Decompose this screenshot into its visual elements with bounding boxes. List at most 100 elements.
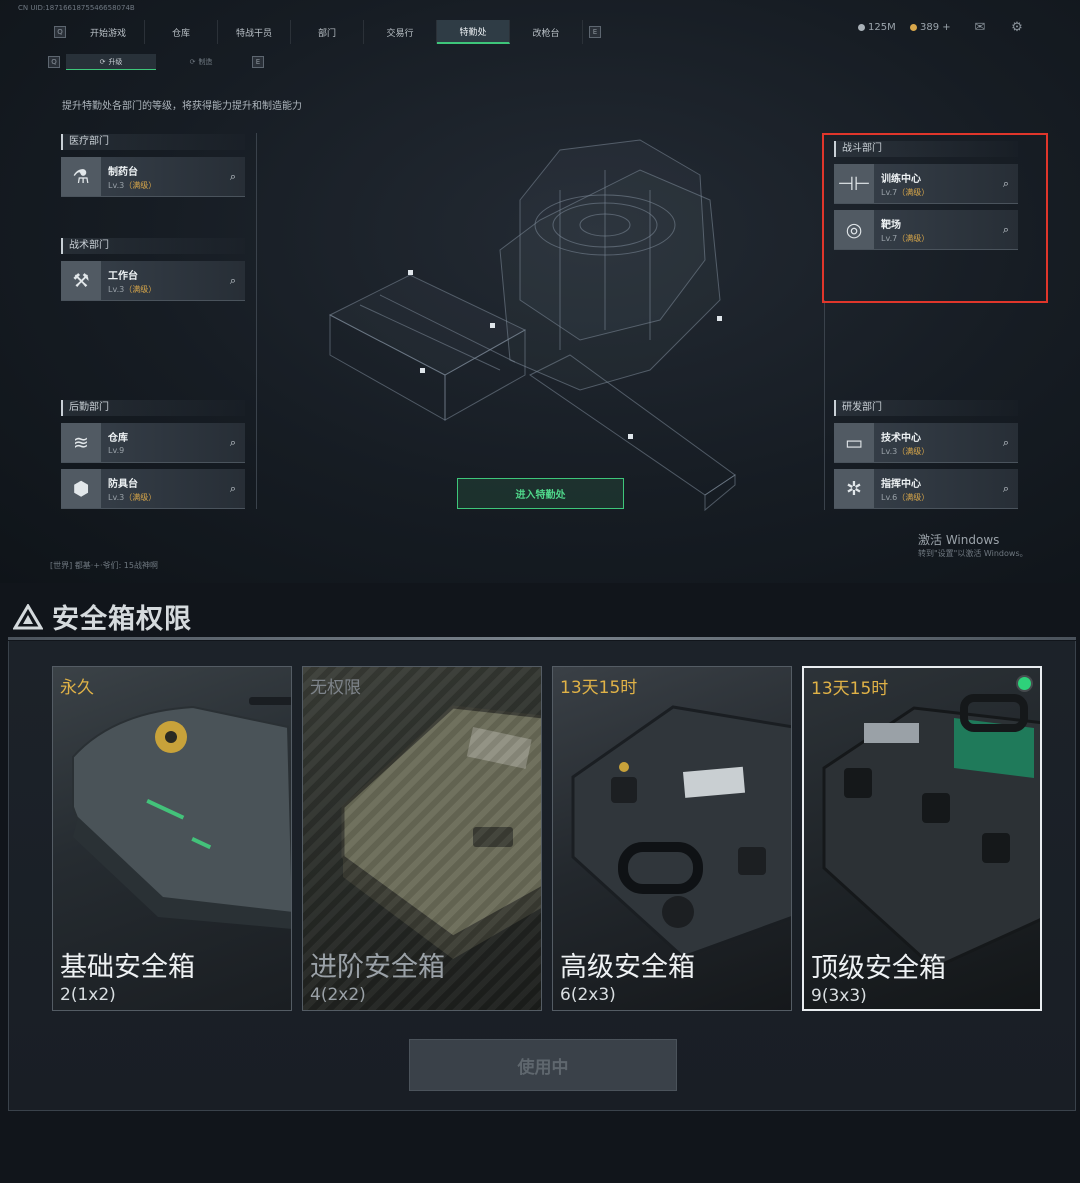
token-balance[interactable]: 389 + xyxy=(910,22,951,33)
nav-next-key[interactable]: E xyxy=(589,26,601,38)
dept-card-storage[interactable]: ≋ 仓库 Lv.9 ⌕ xyxy=(61,423,245,463)
tab-warehouse[interactable]: 仓库 xyxy=(145,20,218,44)
safebox-card-advanced[interactable]: 无权限 进阶安全箱 4(2x2) xyxy=(302,666,542,1011)
safebox-duration-tag: 无权限 xyxy=(310,678,361,698)
subnav-prev-key[interactable]: Q xyxy=(48,56,60,68)
right-divider xyxy=(824,300,825,510)
dept-card-workbench[interactable]: ⚒ 工作台 Lv.3（满级） ⌕ xyxy=(61,261,245,301)
main-nav: Q 开始游戏 仓库 特战干员 部门 交易行 特勤处 改枪台 E xyxy=(48,20,607,44)
search-icon[interactable]: ⌕ xyxy=(994,469,1018,508)
tab-market[interactable]: 交易行 xyxy=(364,20,437,44)
upgrade-icon: ⟳ xyxy=(99,57,106,66)
dept-item-max: （满级） xyxy=(897,493,930,502)
dept-item-max: （满级） xyxy=(124,285,157,294)
dept-item-max: （满级） xyxy=(124,493,157,502)
safebox-capacity: 9(3x3) xyxy=(811,986,867,1006)
safebox-capacity: 4(2x2) xyxy=(310,985,366,1005)
dept-item-level: Lv.3 xyxy=(108,285,125,294)
search-icon[interactable]: ⌕ xyxy=(221,423,245,462)
safebox-header: 安全箱权限 xyxy=(12,597,192,636)
command-icon: ✲ xyxy=(834,469,874,508)
dept-item-name: 防具台 xyxy=(108,479,138,490)
activation-title: 激活 Windows xyxy=(918,533,1000,547)
coin-balance[interactable]: 125M xyxy=(858,22,896,33)
tab-operators[interactable]: 特战干员 xyxy=(218,20,291,44)
dept-item-name: 技术中心 xyxy=(881,433,921,444)
safebox-capacity: 2(1x2) xyxy=(60,985,116,1005)
safebox-name: 高级安全箱 xyxy=(560,952,695,983)
nav-prev-key[interactable]: Q xyxy=(54,26,66,38)
dept-card-command[interactable]: ✲ 指挥中心 Lv.6（满级） ⌕ xyxy=(834,469,1018,509)
search-icon[interactable]: ⌕ xyxy=(221,261,245,300)
tab-departments[interactable]: 部门 xyxy=(291,20,364,44)
coin-icon xyxy=(858,24,865,31)
dept-title-research: 研发部门 xyxy=(834,400,1018,416)
dept-item-level: Lv.3 xyxy=(108,181,125,190)
safebox-duration-tag: 13天15时 xyxy=(811,679,889,699)
search-icon[interactable]: ⌕ xyxy=(221,157,245,196)
in-use-button[interactable]: 使用中 xyxy=(409,1039,677,1091)
safebox-name: 基础安全箱 xyxy=(60,952,195,983)
dept-card-armor[interactable]: ⬢ 防具台 Lv.3（满级） ⌕ xyxy=(61,469,245,509)
mail-icon[interactable]: ✉ xyxy=(972,21,988,35)
warning-triangle-icon xyxy=(12,603,44,631)
header-divider xyxy=(8,637,1076,640)
rank-chevron-icon: ≋ xyxy=(61,423,101,462)
safebox-card-basic[interactable]: 永久 基础安全箱 2(1x2) xyxy=(52,666,292,1011)
tab-upgrade-label: 升级 xyxy=(108,57,123,66)
combat-dept-highlight xyxy=(822,133,1048,303)
token-icon xyxy=(910,24,917,31)
sub-nav: Q ⟳ 升级 ⟳ 制造 E xyxy=(48,54,270,70)
safebox-card-premium[interactable]: 13天15时 高级安全箱 6(2x3) xyxy=(552,666,792,1011)
safebox-name: 进阶安全箱 xyxy=(310,952,445,983)
safebox-duration-tag: 永久 xyxy=(60,678,94,698)
dept-item-name: 仓库 xyxy=(108,433,128,444)
search-icon[interactable]: ⌕ xyxy=(221,469,245,508)
tab-start-game[interactable]: 开始游戏 xyxy=(72,20,145,44)
dept-card-pharmacy[interactable]: ⚗ 制药台 Lv.3（满级） ⌕ xyxy=(61,157,245,197)
safebox-capacity: 6(2x3) xyxy=(560,985,616,1005)
safebox-card-top[interactable]: 13天15时 顶级安全箱 9(3x3) xyxy=(802,666,1042,1011)
dept-item-name: 工作台 xyxy=(108,271,138,282)
dept-card-tech[interactable]: ▭ 技术中心 Lv.3（满级） ⌕ xyxy=(834,423,1018,463)
dept-item-level: Lv.3 xyxy=(108,493,125,502)
activation-hint: 转到"设置"以激活 Windows。 xyxy=(918,549,1028,558)
page-description: 提升特勤处各部门的等级，将获得能力提升和制造能力 xyxy=(62,101,302,112)
tab-special-ops[interactable]: 特勤处 xyxy=(437,20,510,44)
token-amount: 389 + xyxy=(920,22,951,33)
world-chat-line[interactable]: [世界] 都基·+·爷们: 15战神啊 xyxy=(50,560,158,571)
safebox-duration-tag: 13天15时 xyxy=(560,678,638,698)
gear-icon[interactable]: ⚙ xyxy=(1009,21,1025,35)
monitor-icon: ▭ xyxy=(834,423,874,462)
medicine-icon: ⚗ xyxy=(61,157,101,196)
special-ops-screen: CN UID:1871661875546658074B Q 开始游戏 仓库 特战… xyxy=(0,0,1080,583)
craft-icon: ⟳ xyxy=(189,58,196,66)
dept-title-logistics: 后勤部门 xyxy=(61,400,245,416)
safebox-title: 安全箱权限 xyxy=(52,604,192,635)
windows-activation-watermark: 激活 Windows 转到"设置"以激活 Windows。 xyxy=(918,531,1028,559)
dept-title-tactical: 战术部门 xyxy=(61,238,245,254)
enter-special-ops-button[interactable]: 进入特勤处 xyxy=(457,478,624,509)
tab-craft[interactable]: ⟳ 制造 xyxy=(156,54,246,70)
player-uid: CN UID:1871661875546658074B xyxy=(18,4,135,12)
in-use-indicator xyxy=(1018,677,1031,690)
search-icon[interactable]: ⌕ xyxy=(994,423,1018,462)
dept-item-level: Lv.3 xyxy=(881,447,898,456)
dept-item-name: 制药台 xyxy=(108,167,138,178)
dept-title-medical: 医疗部门 xyxy=(61,134,245,150)
tab-gunsmith[interactable]: 改枪台 xyxy=(510,20,583,44)
dept-item-name: 指挥中心 xyxy=(881,479,921,490)
tools-icon: ⚒ xyxy=(61,261,101,300)
coin-amount: 125M xyxy=(868,22,896,33)
dept-item-level: Lv.9 xyxy=(108,446,125,455)
left-divider xyxy=(256,133,257,509)
dept-item-max: （满级） xyxy=(124,181,157,190)
safebox-panel: 安全箱权限 永久 基础安全箱 2(1x2) 无权限 进阶安全箱 4(2x2) 1… xyxy=(0,583,1080,1183)
dept-item-max: （满级） xyxy=(897,447,930,456)
subnav-next-key[interactable]: E xyxy=(252,56,264,68)
tab-upgrade[interactable]: ⟳ 升级 xyxy=(66,54,156,70)
building-wireframe xyxy=(328,139,736,512)
tab-craft-label: 制造 xyxy=(198,58,213,66)
cubes-icon: ⬢ xyxy=(61,469,101,508)
safebox-name: 顶级安全箱 xyxy=(811,953,946,984)
